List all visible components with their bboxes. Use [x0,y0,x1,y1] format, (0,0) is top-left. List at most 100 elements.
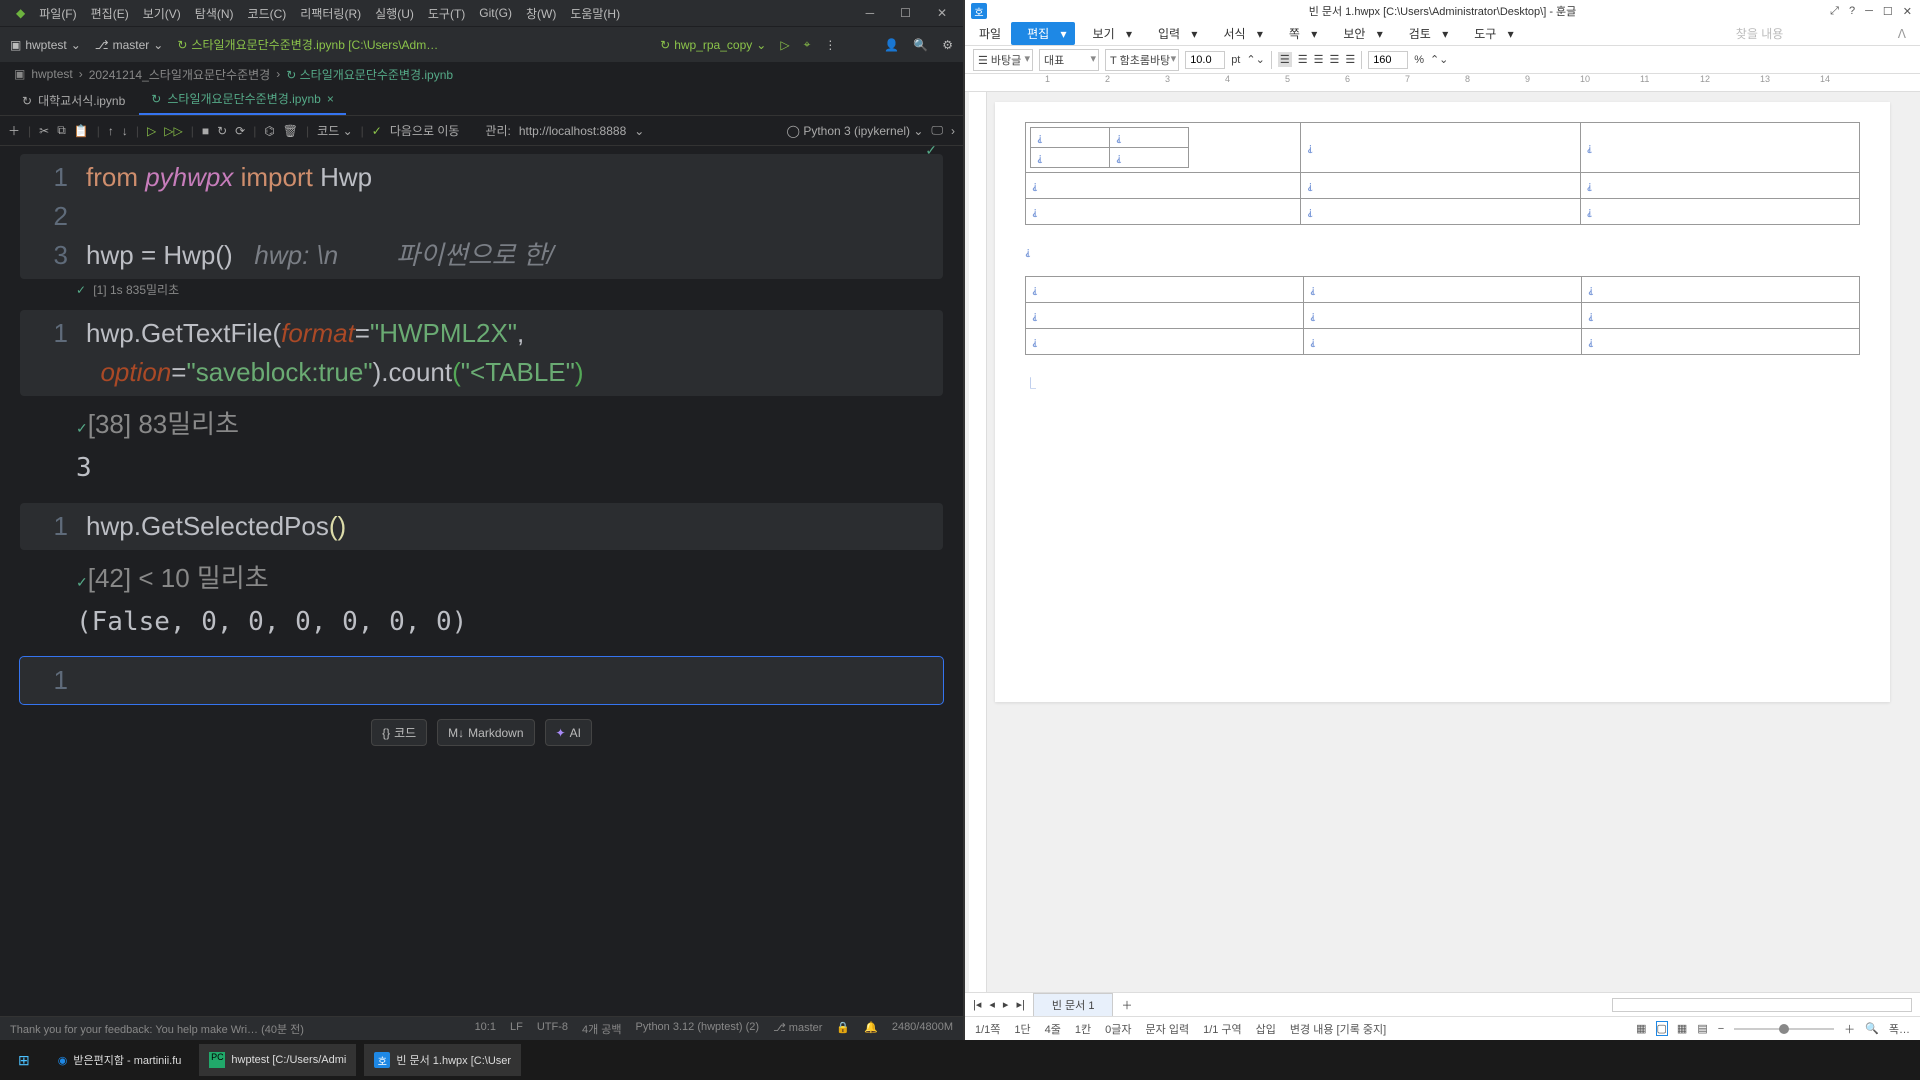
delete-icon[interactable]: 🗑 [283,124,298,138]
view-icon-2[interactable]: ▢ [1657,1022,1667,1035]
minimize-icon[interactable]: ─ [1865,5,1873,18]
down-icon[interactable]: ↓ [122,124,128,138]
hwp-page[interactable]: ⸘⸘ ⸘⸘ ⸘⸘ ⸘⸘⸘ ⸘⸘⸘ ⸘ ⸘⸘⸘ ⸘⸘⸘ ⸘⸘⸘ ⎿ [995,102,1890,702]
hwp-find-input[interactable]: 찾을 내용 [1728,22,1888,45]
menu-window[interactable]: 창(W) [520,5,562,22]
zoom-in-icon[interactable]: ＋ [1844,1021,1855,1037]
play-all-icon[interactable]: ▷▷ [164,124,182,138]
st-page[interactable]: 1/1쪽 [975,1021,1000,1037]
add-code-button[interactable]: {} 코드 [371,719,427,746]
cell-type[interactable]: 코드 ⌄ [317,122,352,139]
view-icon-1[interactable]: ▦ [1636,1022,1646,1035]
add-markdown-button[interactable]: M↓Markdown [437,719,534,746]
menu-view[interactable]: 보기(V) [137,5,187,22]
size-stepper[interactable]: ⌃⌄ [1246,53,1264,66]
hwp-page-area[interactable]: ⸘⸘ ⸘⸘ ⸘⸘ ⸘⸘⸘ ⸘⸘⸘ ⸘ ⸘⸘⸘ ⸘⸘⸘ ⸘⸘⸘ ⎿ [965,92,1920,992]
linespace-input[interactable] [1368,51,1408,69]
user-icon[interactable]: 👤 [884,38,899,52]
add-cell-icon[interactable]: ＋ [8,122,20,139]
close-icon[interactable]: ✕ [1903,5,1912,18]
taskbar-edge[interactable]: ◉받은편지함 - martinii.fu [48,1044,192,1076]
expand-icon[interactable]: › [951,124,955,138]
tab-nav-last[interactable]: ▸| [1016,998,1024,1011]
hwp-menu-file[interactable]: 파일 [971,22,1009,45]
manage-url[interactable]: http://localhost:8888 [519,124,626,138]
h-ruler[interactable]: 12 34 56 78 910 1112 1314 [965,74,1920,92]
up-icon[interactable]: ↑ [108,124,114,138]
status-le[interactable]: LF [510,1021,523,1037]
branch-chip[interactable]: ⎇ master ⌄ [95,38,164,52]
git-branch-status[interactable]: ⎇ master [773,1021,822,1037]
hwp-menu-security[interactable]: 보안 ▾ [1327,22,1390,45]
search-icon[interactable]: 🔍 [913,38,928,52]
st-track[interactable]: 변경 내용 [기록 중지] [1290,1021,1386,1037]
status-spaces[interactable]: 4개 공백 [582,1021,622,1037]
st-insert[interactable]: 삽입 [1256,1021,1276,1037]
menu-file[interactable]: 파일(F) [33,5,82,22]
tab-nav-first[interactable]: |◂ [973,998,981,1011]
tab-nav-next[interactable]: ▸ [1003,998,1009,1011]
help-icon[interactable]: ? [1849,5,1855,18]
minimize-icon[interactable]: ─ [860,6,881,20]
hwp-menu-format[interactable]: 서식 ▾ [1207,22,1270,45]
maximize-icon[interactable]: ☐ [1883,5,1893,18]
hwp-doc-tab[interactable]: 빈 문서 1 [1033,993,1114,1017]
menu-nav[interactable]: 탐색(N) [189,5,240,22]
run-side-chip[interactable]: ↻ hwp_rpa_copy ⌄ [660,38,766,52]
stop-icon[interactable]: ■ [202,124,209,138]
more-icon[interactable]: ⋮ [824,38,836,52]
tab-1[interactable]: ↻ 스타일개요문단수준변경.ipynb × [139,84,346,115]
breadcrumb[interactable]: ▣hwptest› 20241214_스타일개요문단수준변경› ↻ 스타일개요문… [0,62,963,86]
align-right-icon[interactable]: ☰ [1314,53,1324,66]
add-doc-tab-icon[interactable]: ＋ [1121,997,1132,1013]
ide-menubar[interactable]: ◆ 파일(F) 편집(E) 보기(V) 탐색(N) 코드(C) 리팩터링(R) … [0,0,963,26]
run-chip[interactable]: ↻ 스타일개요문단수준변경.ipynb [C:\Users\Adm… [177,36,438,53]
menu-code[interactable]: 코드(C) [242,5,293,22]
code-cell-3[interactable]: 1hwp.GetSelectedPos() ✓[42] < 10 밀리초 (Fa… [20,503,943,647]
start-button[interactable]: ⊞ [8,1044,40,1076]
maximize-icon[interactable]: ☐ [894,6,917,20]
cut-icon[interactable]: ✂ [39,124,49,138]
rep-combo[interactable]: 대표 [1039,49,1099,71]
hwp-menu-page[interactable]: 쪽 ▾ [1273,22,1325,45]
expand-icon[interactable]: ⤢ [1830,5,1839,18]
hwp-table-1[interactable]: ⸘⸘ ⸘⸘ ⸘⸘ ⸘⸘⸘ ⸘⸘⸘ [1025,122,1860,225]
hwp-table-2[interactable]: ⸘⸘⸘ ⸘⸘⸘ ⸘⸘⸘ [1025,276,1860,355]
menu-edit[interactable]: 편집(E) [85,5,135,22]
view-icon-3[interactable]: ▦ [1677,1022,1687,1035]
status-mem[interactable]: 2480/4800M [892,1021,953,1037]
kernel-chip[interactable]: ◯ Python 3 (ipykernel) ⌄ [787,124,924,138]
align-justify-icon[interactable]: ☰ [1329,53,1339,66]
bell-icon[interactable]: 🔔 [864,1021,878,1037]
style-combo[interactable]: ☰ 바탕글 [973,49,1033,71]
zoom-out-icon[interactable]: − [1718,1023,1724,1035]
linespace-stepper[interactable]: ⌃⌄ [1430,53,1448,66]
menu-help[interactable]: 도움말(H) [564,5,626,22]
add-ai-button[interactable]: ✦ AI [545,719,592,746]
code-cell-1[interactable]: ✓ 1from pyhwpx import Hwp 2 3hwp = Hwp()… [20,154,943,300]
menu-run[interactable]: 실행(U) [369,5,420,22]
align-dist-icon[interactable]: ☰ [1345,53,1355,66]
v-ruler[interactable] [969,92,987,992]
view-icon-4[interactable]: ▤ [1697,1022,1707,1035]
hwp-menu-tools[interactable]: 도구 ▾ [1458,22,1521,45]
flask-icon[interactable]: ⌬ [264,124,274,138]
close-icon[interactable]: ✕ [931,6,953,20]
play-cell-icon[interactable]: ▷ [147,124,156,138]
zoom-fit-icon[interactable]: 🔍 [1865,1022,1879,1035]
zoom-slider[interactable] [1734,1028,1834,1030]
menu-refactor[interactable]: 리팩터링(R) [294,5,367,22]
menu-git[interactable]: Git(G) [473,6,518,20]
paste-icon[interactable]: 📋 [74,124,89,138]
restart-icon[interactable]: ↻ [217,124,227,138]
lock-icon[interactable]: 🔒 [836,1021,850,1037]
move-label[interactable]: 다음으로 이동 [390,122,460,139]
size-input[interactable] [1185,51,1225,69]
taskbar-pycharm[interactable]: PChwptest [C:/Users/Admi [199,1044,356,1076]
hwp-menu-edit[interactable]: 편집 ▾ [1011,22,1074,45]
gear-icon[interactable]: ⚙ [942,38,953,52]
status-enc[interactable]: UTF-8 [537,1021,568,1037]
monitor-icon[interactable]: 🖵 [931,123,943,138]
tab-nav-prev[interactable]: ◂ [989,998,995,1011]
tab-0[interactable]: ↻ 대학교서식.ipynb [10,86,137,115]
